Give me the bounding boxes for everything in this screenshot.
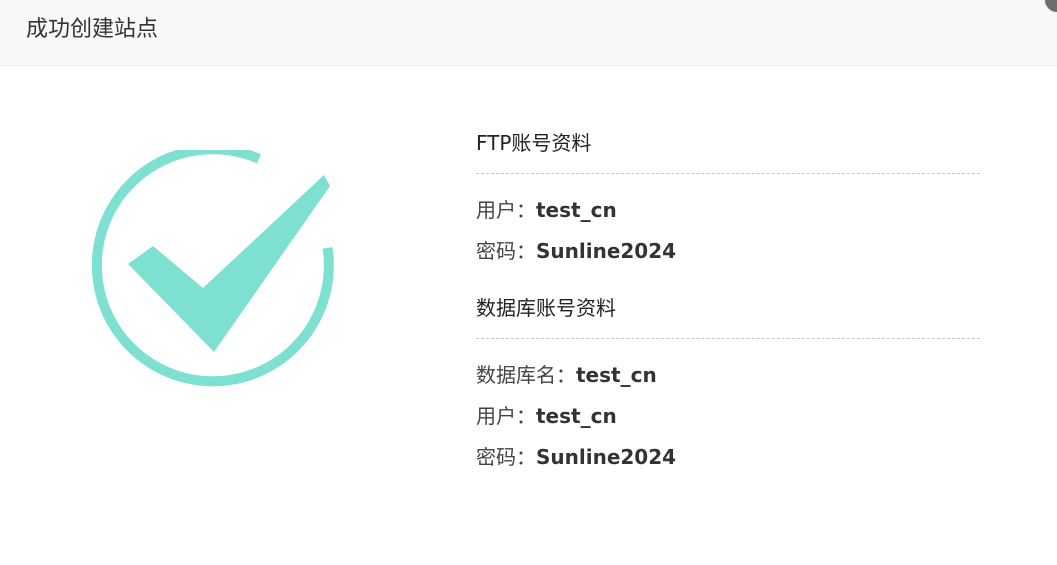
dialog-title: 成功创建站点 <box>26 17 159 42</box>
database-user-label: 用户： <box>476 404 536 428</box>
ftp-password-value: Sunline2024 <box>536 239 677 263</box>
ftp-password-row: 密码：Sunline2024 <box>476 231 980 272</box>
database-name-value: test_cn <box>576 363 657 387</box>
database-heading: 数据库账号资料 <box>476 291 980 339</box>
database-password-value: Sunline2024 <box>536 445 677 469</box>
database-user-row: 用户：test_cn <box>476 396 980 437</box>
account-info: FTP账号资料 用户：test_cn 密码：Sunline2024 数据库账号资… <box>476 126 980 478</box>
success-dialog: 成功创建站点 FTP账号资料 用户：test_cn 密码：Sunline2024… <box>0 0 1057 565</box>
success-checkmark <box>128 175 330 352</box>
database-section: 数据库账号资料 数据库名：test_cn 用户：test_cn 密码：Sunli… <box>476 291 980 478</box>
database-name-row: 数据库名：test_cn <box>476 355 980 396</box>
ftp-password-label: 密码： <box>476 239 536 263</box>
ftp-heading: FTP账号资料 <box>476 126 980 174</box>
ftp-section: FTP账号资料 用户：test_cn 密码：Sunline2024 <box>476 126 980 272</box>
check-circle-icon <box>91 144 342 400</box>
ftp-user-label: 用户： <box>476 198 536 222</box>
database-password-label: 密码： <box>476 445 536 469</box>
database-password-row: 密码：Sunline2024 <box>476 437 980 478</box>
close-icon[interactable] <box>1043 0 1057 14</box>
database-user-value: test_cn <box>536 404 617 428</box>
database-name-label: 数据库名： <box>476 363 576 387</box>
dialog-titlebar: 成功创建站点 <box>0 0 1057 66</box>
ftp-user-value: test_cn <box>536 198 617 222</box>
ftp-user-row: 用户：test_cn <box>476 190 980 231</box>
